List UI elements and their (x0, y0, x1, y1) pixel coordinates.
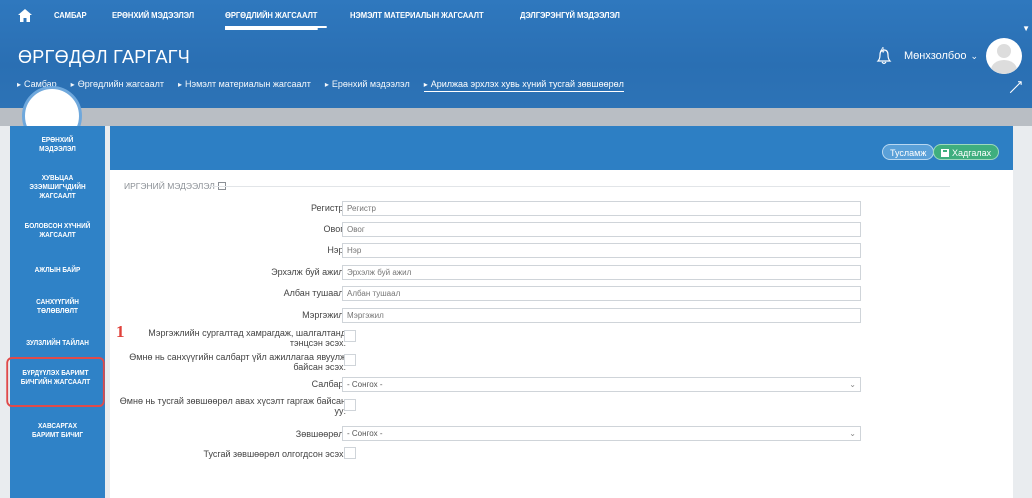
sidebar-item-label: ХАВСАРГАХ БАРИМТ БИЧИГ (31, 423, 84, 439)
breadcrumb-item-general[interactable]: Ерөнхий мэдээлэл (325, 79, 410, 92)
sidebar-item-label: ЗУЛЗЛИЙН ТАЙЛАН (26, 340, 89, 347)
avatar[interactable] (986, 38, 1022, 74)
section-divider (210, 186, 950, 187)
sidebar-item-personnel[interactable]: БОЛОВСОН ХҮЧНИЙ ЖАГСААЛТ (14, 222, 101, 240)
chevron-down-icon[interactable]: ⌄ (970, 51, 978, 62)
surname-input[interactable] (342, 222, 861, 237)
sidebar-item-label: БОЛОВСОН ХҮЧНИЙ ЖАГСААЛТ (24, 223, 91, 239)
expand-arrow-icon[interactable]: ⟶ (1004, 76, 1026, 98)
help-button[interactable]: Тусламж (882, 144, 935, 160)
top-navigation: САМБАР ЕРӨНХИЙ МЭДЭЭЛЭЛ ӨРГӨДЛИЙН ЖАГСАА… (0, 0, 653, 30)
finance-checkbox[interactable] (344, 354, 356, 366)
notification-count-badge: 4 (879, 46, 885, 55)
sidebar-item-documents[interactable]: БҮРДҮҮЛЭХ БАРИМТ БИЧГИЙН ЖАГСААЛТ (6, 357, 105, 407)
chevron-down-icon[interactable]: ▼ (1022, 24, 1030, 33)
sidebar-item-label: БҮРДҮҮЛЭХ БАРИМТ БИЧГИЙН ЖАГСААЛТ (20, 370, 91, 386)
sidebar-item-general-info[interactable]: ЕРӨНХИЙ МЭДЭЭЛЭЛ (14, 136, 101, 154)
breadcrumb-item-materials[interactable]: Нэмэлт материалын жагсаалт (178, 79, 311, 92)
nav-general-info[interactable]: ЕРӨНХИЙ МЭДЭЭЛЭЛ (112, 0, 194, 30)
sidebar-item-shareholders[interactable]: ХУВЬЦАА ЭЗЭМШИГЧДИЙН ЖАГСААЛТ (14, 174, 101, 201)
nav-additional-materials[interactable]: НЭМЭЛТ МАТЕРИАЛЫН ЖАГСААЛТ (350, 0, 484, 30)
user-area: 4 Мөнхзолбоо ⌄ (874, 38, 1022, 74)
sidebar-item-financial-plan[interactable]: САНХҮҮГИЙН ТӨЛӨВЛӨЛТ (14, 298, 101, 316)
sector-label: Салбар: (311, 379, 346, 389)
training-checkbox[interactable] (344, 330, 356, 342)
nav-application-list[interactable]: ӨРГӨДЛИЙН ЖАГСААЛТ (225, 0, 327, 30)
chevron-down-icon: ⌄ (849, 429, 856, 438)
notification-bell-icon[interactable]: 4 (874, 46, 894, 66)
sidebar-item-label: ЕРӨНХИЙ МЭДЭЭЛЭЛ (39, 137, 76, 153)
profession-input[interactable] (342, 308, 861, 323)
sidebar-item-label: САНХҮҮГИЙН ТӨЛӨВЛӨЛТ (36, 299, 79, 315)
header-divider (0, 108, 1032, 126)
license-request-label: Өмнө нь тусгай зөвшөөрөл авах хүсэлт гар… (119, 396, 346, 416)
sidebar-item-attachments[interactable]: ХАВСАРГАХ БАРИМТ БИЧИГ (14, 422, 101, 440)
register-label: Регистр: (310, 203, 346, 213)
user-name[interactable]: Мөнхзолбоо (904, 50, 966, 62)
main-panel: Тусламж Хадгалах ИРГЭНИЙ МЭДЭЭЛЭЛ Регист… (110, 126, 1013, 498)
breadcrumb: Самбар Өргөдлийн жагсаалт Нэмэлт материа… (17, 79, 638, 92)
license-granted-checkbox[interactable] (344, 447, 356, 459)
sidebar-item-report[interactable]: ЗУЛЗЛИЙН ТАЙЛАН (14, 339, 101, 348)
chevron-down-icon: ⌄ (849, 380, 856, 389)
save-button[interactable]: Хадгалах (933, 144, 1000, 160)
sector-selected-value: - Сонгох - (347, 380, 383, 389)
app-header: САМБАР ЕРӨНХИЙ МЭДЭЭЛЭЛ ӨРГӨДЛИЙН ЖАГСАА… (0, 0, 1032, 108)
permit-select[interactable]: - Сонгох - ⌄ (342, 426, 861, 441)
sector-select[interactable]: - Сонгох - ⌄ (342, 377, 861, 392)
save-icon (941, 149, 949, 157)
permit-selected-value: - Сонгох - (347, 429, 383, 438)
permit-label: Зөвшөөрөл: (295, 429, 346, 439)
sidebar: ЕРӨНХИЙ МЭДЭЭЛЭЛ ХУВЬЦАА ЭЗЭМШИГЧДИЙН ЖА… (6, 126, 105, 498)
position-label: Албан тушаал: (283, 288, 346, 298)
job-input[interactable] (342, 265, 861, 280)
license-granted-label: Тусгай зөвшөөрөл олгогдсон эсэх: (203, 449, 346, 459)
section-title-text: ИРГЭНИЙ МЭДЭЭЛЭЛ (124, 181, 215, 191)
sidebar-item-label: АЖЛЫН БАЙР (34, 267, 81, 274)
page-title: ӨРГӨДӨЛ ГАРГАГЧ (18, 47, 191, 67)
finance-check-label: Өмнө нь санхүүгийн салбарт үйл ажиллагаа… (129, 352, 346, 372)
save-button-label: Хадгалах (952, 148, 992, 158)
job-label: Эрхэлж буй ажил: (271, 267, 346, 277)
home-icon[interactable] (18, 8, 32, 22)
training-check-label: Мэргэжлийн сургалтад хамрагдаж, шалгалта… (148, 328, 346, 348)
register-input[interactable] (342, 201, 861, 216)
nav-detailed-info[interactable]: ДЭЛГЭРЭНГҮЙ МЭДЭЭЛЭЛ (520, 0, 620, 30)
sidebar-item-label: ХУВЬЦАА ЭЗЭМШИГЧДИЙН ЖАГСААЛТ (29, 175, 86, 200)
name-input[interactable] (342, 243, 861, 258)
position-input[interactable] (342, 286, 861, 301)
annotation-number: 1 (116, 322, 125, 341)
breadcrumb-item-current[interactable]: Арилжаа эрхлэх хувь хүний тусгай зөвшөөр… (423, 79, 624, 92)
sidebar-item-workplace[interactable]: АЖЛЫН БАЙР (14, 266, 101, 275)
breadcrumb-item-applications[interactable]: Өргөдлийн жагсаалт (71, 79, 164, 92)
license-request-checkbox[interactable] (344, 399, 356, 411)
panel-header: Тусламж Хадгалах (110, 126, 1013, 170)
profession-label: Мэргэжил: (302, 310, 346, 320)
nav-dashboard[interactable]: САМБАР (54, 0, 87, 30)
